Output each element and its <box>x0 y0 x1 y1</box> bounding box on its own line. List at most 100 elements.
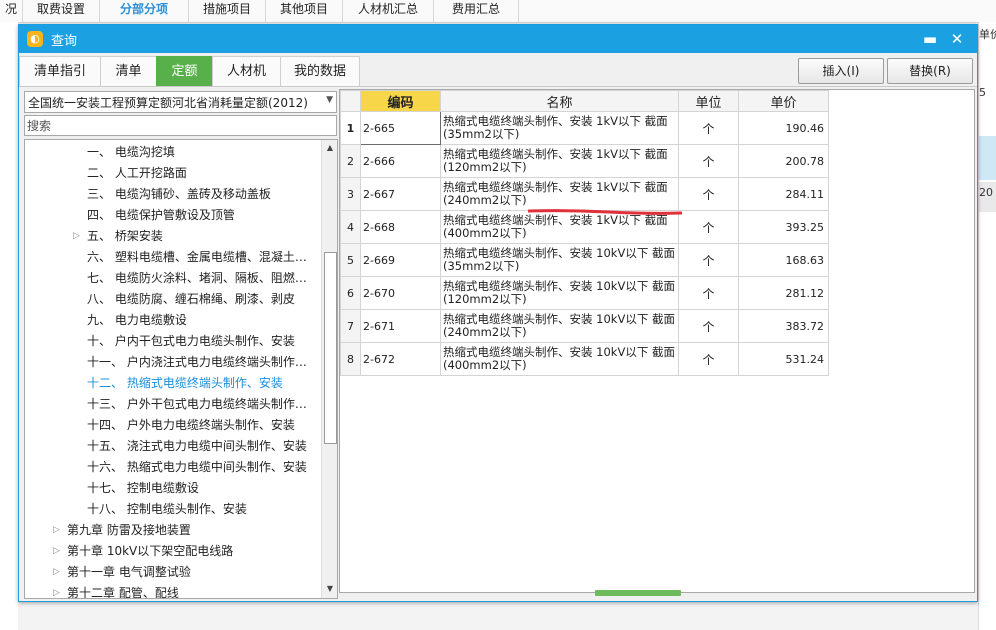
header-unit-price[interactable]: 单价 <box>738 90 829 112</box>
chevron-down-icon: ▼ <box>326 95 333 105</box>
quota-unit[interactable]: 个 <box>678 111 739 145</box>
quota-unit[interactable]: 个 <box>678 342 739 376</box>
quota-unit[interactable]: 个 <box>678 177 739 211</box>
quota-name[interactable]: 热缩式电缆终端头制作、安装 10kV以下 截面(400mm2以下) <box>440 342 679 376</box>
tree-item[interactable]: 六、 塑料电缆槽、金属电缆槽、混凝土… <box>87 247 307 267</box>
quota-price[interactable]: 168.63 <box>738 243 829 277</box>
expand-arrow-icon[interactable]: ▷ <box>73 226 80 246</box>
quota-code[interactable]: 2-667 <box>360 177 441 211</box>
quota-unit[interactable]: 个 <box>678 243 739 277</box>
quota-name[interactable]: 热缩式电缆终端头制作、安装 1kV以下 截面(400mm2以下) <box>440 210 679 244</box>
quota-code[interactable]: 2-665 <box>360 111 441 145</box>
tree-item[interactable]: 三、 电缆沟铺砂、盖砖及移动盖板 <box>87 184 271 204</box>
app-tab-other-items[interactable]: 其他项目 <box>266 0 343 22</box>
quota-price[interactable]: 531.24 <box>738 342 829 376</box>
background-left-panel <box>0 22 18 630</box>
quota-name[interactable]: 热缩式电缆终端头制作、安装 10kV以下 截面(240mm2以下) <box>440 309 679 343</box>
quota-unit[interactable]: 个 <box>678 309 739 343</box>
tab-bill[interactable]: 清单 <box>100 56 157 86</box>
tree-chapter[interactable]: 第九章 防雷及接地装置 <box>67 520 191 540</box>
search-input[interactable] <box>24 115 337 136</box>
table-row[interactable]: 8 2-672 热缩式电缆终端头制作、安装 10kV以下 截面(400mm2以下… <box>340 342 829 376</box>
quota-price[interactable]: 200.78 <box>738 144 829 178</box>
tab-bill-guide[interactable]: 清单指引 <box>19 56 101 86</box>
insert-button[interactable]: 插入(I) <box>798 58 884 84</box>
tree-item[interactable]: 十五、 浇注式电力电缆中间头制作、安装 <box>87 436 307 456</box>
tree-item[interactable]: 十三、 户外干包式电力电缆终端头制作… <box>87 394 307 414</box>
tree-item[interactable]: 十一、 户内浇注式电力电缆终端头制作… <box>87 352 307 372</box>
header-name[interactable]: 名称 <box>440 90 679 112</box>
tab-quota[interactable]: 定额 <box>156 56 213 86</box>
header-code[interactable]: 编码 <box>360 90 441 112</box>
quota-unit[interactable]: 个 <box>678 144 739 178</box>
tree-item[interactable]: 十六、 热缩式电力电缆中间头制作、安装 <box>87 457 307 477</box>
app-tab-fee-settings[interactable]: 取费设置 <box>23 0 100 22</box>
tree-item[interactable]: 十八、 控制电缆头制作、安装 <box>87 499 247 519</box>
replace-button[interactable]: 替换(R) <box>887 58 973 84</box>
tree-item[interactable]: 十四、 户外电力电缆终端头制作、安装 <box>87 415 295 435</box>
quota-book-select[interactable]: 全国统一安装工程预算定额河北省消耗量定额(2012) ▼ <box>24 91 337 113</box>
tree-item[interactable]: 七、 电缆防火涂料、堵洞、隔板、阻燃… <box>87 268 307 288</box>
quota-name[interactable]: 热缩式电缆终端头制作、安装 10kV以下 截面(120mm2以下) <box>440 276 679 310</box>
app-tab-cost-summary[interactable]: 费用汇总 <box>434 0 519 22</box>
tree-scrollbar[interactable]: ▲ ▼ <box>321 140 337 598</box>
quota-price[interactable]: 284.11 <box>738 177 829 211</box>
tree-item[interactable]: 五、 桥架安装 <box>87 226 163 246</box>
quota-code[interactable]: 2-668 <box>360 210 441 244</box>
quota-unit[interactable]: 个 <box>678 210 739 244</box>
tree-chapter[interactable]: 第十二章 配管、配线 <box>67 583 179 598</box>
table-row[interactable]: 6 2-670 热缩式电缆终端头制作、安装 10kV以下 截面(120mm2以下… <box>340 276 829 310</box>
tree-item[interactable]: 十七、 控制电缆敷设 <box>87 478 199 498</box>
app-tab-0[interactable]: 况 <box>0 0 23 22</box>
quota-name[interactable]: 热缩式电缆终端头制作、安装 10kV以下 截面(35mm2以下) <box>440 243 679 277</box>
tab-labor-material[interactable]: 人材机 <box>212 56 281 86</box>
quota-unit[interactable]: 个 <box>678 276 739 310</box>
scroll-down-icon[interactable]: ▼ <box>322 581 337 597</box>
tree-item[interactable]: 九、 电力电缆敷设 <box>87 310 187 330</box>
expand-arrow-icon[interactable]: ▷ <box>53 541 60 561</box>
app-tab-sub-items[interactable]: 分部分项 <box>100 0 189 22</box>
row-number: 2 <box>340 144 361 178</box>
tree-item[interactable]: 四、 电缆保护管敷设及顶管 <box>87 205 235 225</box>
quota-code[interactable]: 2-671 <box>360 309 441 343</box>
tree-item-selected[interactable]: 十二、 热缩式电缆终端头制作、安装 <box>87 373 283 393</box>
quota-name[interactable]: 热缩式电缆终端头制作、安装 1kV以下 截面(35mm2以下) <box>440 111 679 145</box>
quota-name[interactable]: 热缩式电缆终端头制作、安装 1kV以下 截面(120mm2以下) <box>440 144 679 178</box>
row-number: 6 <box>340 276 361 310</box>
quota-price[interactable]: 393.25 <box>738 210 829 244</box>
tree-item[interactable]: 一、 电缆沟挖填 <box>87 142 175 162</box>
panel-resize-grip[interactable] <box>595 590 681 596</box>
tree-item[interactable]: 二、 人工开挖路面 <box>87 163 187 183</box>
quota-code[interactable]: 2-670 <box>360 276 441 310</box>
scrollbar-thumb[interactable] <box>324 252 337 444</box>
quota-code[interactable]: 2-672 <box>360 342 441 376</box>
scroll-up-icon[interactable]: ▲ <box>322 140 337 156</box>
app-tab-measures[interactable]: 措施项目 <box>189 0 266 22</box>
tree-chapter[interactable]: 第十章 10kV以下架空配电线路 <box>67 541 233 561</box>
table-row[interactable]: 2 2-666 热缩式电缆终端头制作、安装 1kV以下 截面(120mm2以下)… <box>340 144 829 178</box>
expand-arrow-icon[interactable]: ▷ <box>53 562 60 582</box>
quota-price[interactable]: 190.46 <box>738 111 829 145</box>
table-row[interactable]: 1 2-665 热缩式电缆终端头制作、安装 1kV以下 截面(35mm2以下) … <box>340 111 829 145</box>
table-row[interactable]: 4 2-668 热缩式电缆终端头制作、安装 1kV以下 截面(400mm2以下)… <box>340 210 829 244</box>
tree-chapter[interactable]: 第十一章 电气调整试验 <box>67 562 191 582</box>
dialog-titlebar[interactable]: ◐ 查询 ▬ ✕ <box>19 25 977 53</box>
table-row[interactable]: 3 2-667 热缩式电缆终端头制作、安装 1kV以下 截面(240mm2以下)… <box>340 177 829 211</box>
expand-arrow-icon[interactable]: ▷ <box>53 583 60 598</box>
tab-my-data[interactable]: 我的数据 <box>280 56 360 86</box>
minimize-icon[interactable]: ▬ <box>919 29 941 49</box>
quota-price[interactable]: 383.72 <box>738 309 829 343</box>
quota-code[interactable]: 2-666 <box>360 144 441 178</box>
quota-book-value: 全国统一安装工程预算定额河北省消耗量定额(2012) <box>28 96 308 110</box>
tree-item[interactable]: 十、 户内干包式电力电缆头制作、安装 <box>87 331 295 351</box>
app-tab-labor-material-summary[interactable]: 人材机汇总 <box>343 0 434 22</box>
expand-arrow-icon[interactable]: ▷ <box>53 520 60 540</box>
quota-name[interactable]: 热缩式电缆终端头制作、安装 1kV以下 截面(240mm2以下) <box>440 177 679 211</box>
close-icon[interactable]: ✕ <box>946 29 968 49</box>
table-row[interactable]: 7 2-671 热缩式电缆终端头制作、安装 10kV以下 截面(240mm2以下… <box>340 309 829 343</box>
quota-code[interactable]: 2-669 <box>360 243 441 277</box>
header-unit[interactable]: 单位 <box>678 90 739 112</box>
table-row[interactable]: 5 2-669 热缩式电缆终端头制作、安装 10kV以下 截面(35mm2以下)… <box>340 243 829 277</box>
quota-price[interactable]: 281.12 <box>738 276 829 310</box>
tree-item[interactable]: 八、 电缆防腐、缠石棉绳、刷漆、剥皮 <box>87 289 295 309</box>
